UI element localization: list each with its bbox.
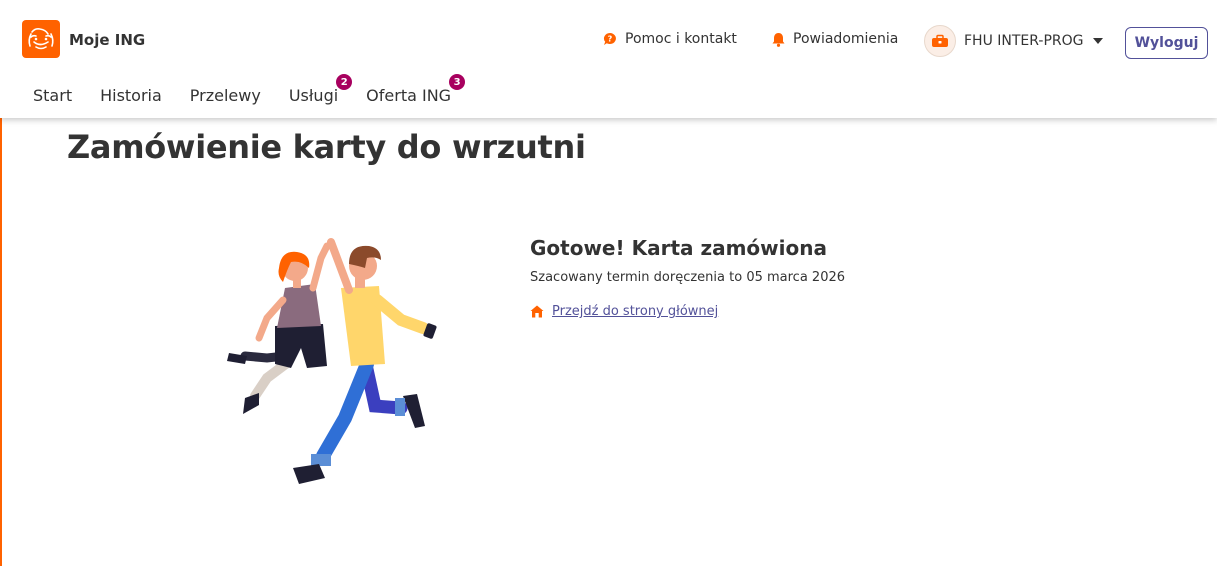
briefcase-avatar-icon <box>924 25 956 57</box>
go-to-homepage-label: Przejdź do strony głównej <box>552 304 719 319</box>
account-switcher[interactable]: FHU INTER-PROG <box>924 25 1104 57</box>
logout-button[interactable]: Wyloguj <box>1125 27 1208 59</box>
nav-item-label: Usługi <box>288 86 339 105</box>
nav-item-historia[interactable]: Historia <box>100 86 162 105</box>
nav-item-przelewy[interactable]: Przelewy <box>190 86 261 105</box>
caret-down-icon <box>1092 38 1103 44</box>
go-to-homepage-link[interactable]: Przejdź do strony głównej <box>530 304 718 319</box>
help-contact-label: Pomoc i kontakt <box>625 31 737 47</box>
page-title: Zamówienie karty do wrzutni <box>67 128 586 166</box>
success-heading: Gotowe! Karta zamówiona <box>530 236 827 260</box>
notifications-link[interactable]: Powiadomienia <box>772 31 898 47</box>
ing-lion-logo[interactable] <box>22 20 60 58</box>
nav-badge: 3 <box>449 74 466 90</box>
nav-item-label: Start <box>33 86 73 105</box>
nav-badge: 2 <box>336 74 353 90</box>
nav-item-label: Oferta ING <box>366 86 452 105</box>
help-contact-link[interactable]: ? Pomoc i kontakt <box>603 31 737 47</box>
svg-text:?: ? <box>608 35 613 44</box>
nav-item-oferta-ing[interactable]: Oferta ING 3 <box>366 74 466 105</box>
top-header: Moje ING ? Pomoc i kontakt Powiadomienia… <box>0 0 1217 118</box>
notifications-label: Powiadomienia <box>793 31 899 47</box>
nav-item-label: Historia <box>100 86 162 105</box>
account-name: FHU INTER-PROG <box>964 33 1084 49</box>
nav-item-label: Przelewy <box>189 86 261 105</box>
delivery-estimate-text: Szacowany termin doręczenia to 05 marca … <box>530 270 846 285</box>
app-name: Moje ING <box>69 31 146 49</box>
bell-icon <box>772 32 785 47</box>
chat-bubble-question-icon: ? <box>604 33 616 45</box>
main-nav: Start Historia Przelewy Usługi 2 Oferta … <box>33 74 479 105</box>
nav-item-start[interactable]: Start <box>33 86 72 105</box>
nav-item-uslugi[interactable]: Usługi 2 <box>288 74 353 105</box>
high-five-illustration <box>227 238 437 484</box>
home-icon <box>530 305 544 318</box>
